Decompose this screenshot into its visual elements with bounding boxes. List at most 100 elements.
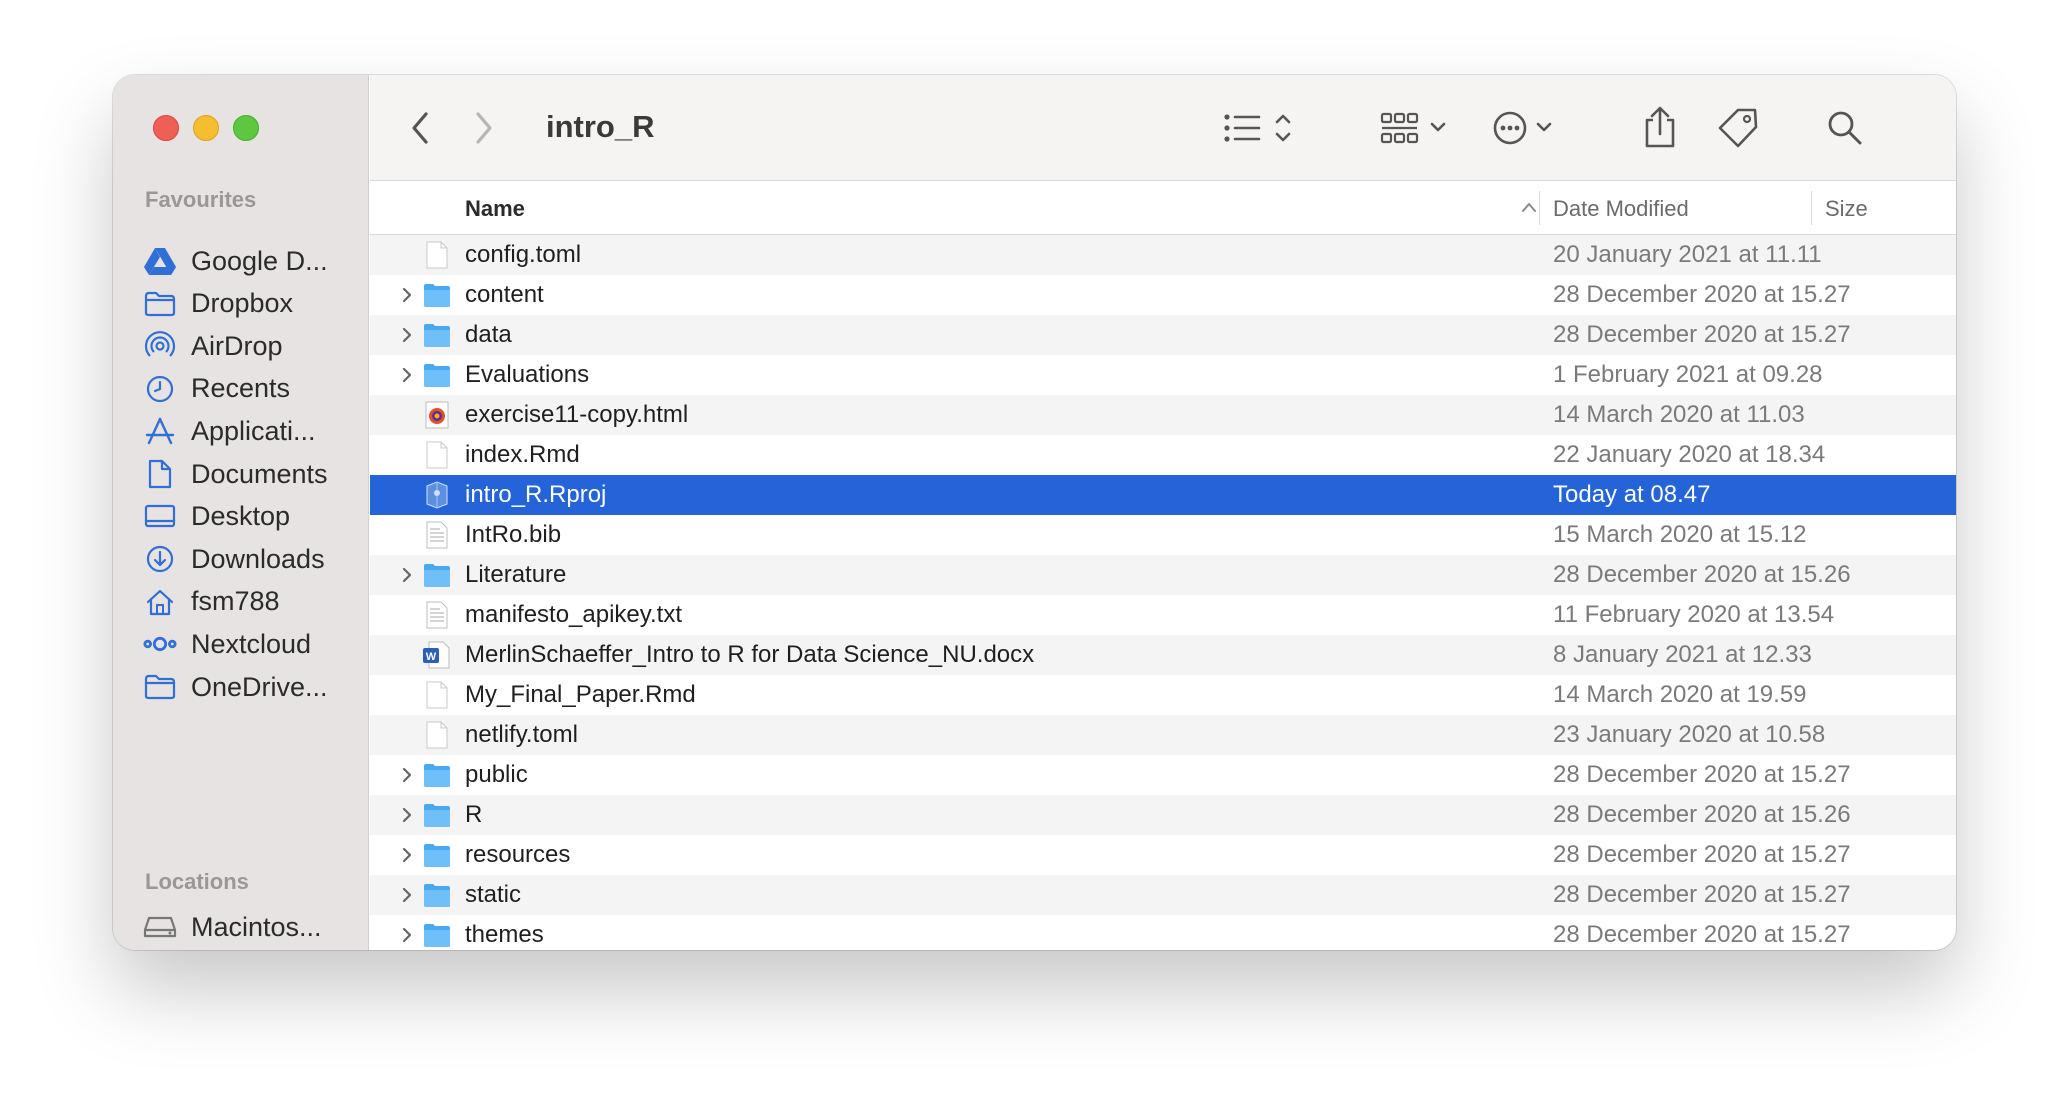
disclosure-triangle-icon[interactable] [398, 366, 416, 384]
sidebar-item-label: Google D... [191, 245, 328, 276]
sidebar-item-nextcloud[interactable]: Nextcloud [143, 620, 358, 668]
window-controls [153, 115, 259, 141]
folder-icon [143, 670, 177, 704]
file-date-modified: 1 February 2021 at 09.28 [1553, 361, 1823, 388]
sidebar-item-recents[interactable]: Recents [143, 365, 358, 413]
minimize-button[interactable] [193, 115, 219, 141]
file-name: intro_R.Rproj [465, 481, 607, 508]
forward-button[interactable] [468, 101, 498, 155]
sidebar-item-documents[interactable]: Documents [143, 450, 358, 498]
disclosure-triangle-icon[interactable] [398, 886, 416, 904]
folder-icon [422, 321, 452, 349]
sidebar-location-macintos[interactable]: Macintos... [143, 903, 358, 950]
file-row[interactable]: My_Final_Paper.Rmd 14 March 2020 at 19.59 [370, 675, 1956, 715]
desktop-icon [143, 500, 177, 534]
file-date-modified: 14 March 2020 at 19.59 [1553, 681, 1807, 708]
file-row[interactable]: IntRo.bib 15 March 2020 at 15.12 [370, 515, 1956, 555]
file-row[interactable]: public 28 December 2020 at 15.27 [370, 755, 1956, 795]
file-date-modified: 22 January 2020 at 18.34 [1553, 441, 1826, 468]
share-button[interactable] [1640, 101, 1680, 155]
sidebar: Favourites Google D... Dropbox AirDrop Rece… [113, 75, 369, 950]
file-name: config.toml [465, 241, 582, 268]
file-date-modified: Today at 08.47 [1553, 481, 1711, 508]
file-date-modified: 8 January 2021 at 12.33 [1553, 641, 1812, 668]
sidebar-item-desktop[interactable]: Desktop [143, 493, 358, 541]
file-date-modified: 28 December 2020 at 15.26 [1553, 801, 1851, 828]
view-mode-button[interactable] [1222, 101, 1298, 155]
disclosure-triangle-icon[interactable] [398, 926, 416, 944]
file-file-icon [422, 241, 452, 269]
chevron-right-icon [476, 112, 492, 144]
html-file-icon [422, 401, 452, 429]
sidebar-item-label: Dropbox [191, 288, 294, 319]
file-row[interactable]: netlify.toml 23 January 2020 at 10.58 [370, 715, 1956, 755]
disclosure-triangle-icon[interactable] [398, 766, 416, 784]
zoom-button[interactable] [233, 115, 259, 141]
file-date-modified: 28 December 2020 at 15.27 [1553, 761, 1851, 788]
file-row[interactable]: manifesto_apikey.txt 11 February 2020 at … [370, 595, 1956, 635]
file-row[interactable]: config.toml 20 January 2021 at 11.11 [370, 235, 1956, 275]
tag-icon [1718, 108, 1758, 148]
file-row[interactable]: themes 28 December 2020 at 15.27 [370, 915, 1956, 950]
window-title: intro_R [546, 109, 655, 144]
disclosure-triangle-icon[interactable] [398, 326, 416, 344]
file-name: R [465, 801, 483, 828]
disclosure-triangle-icon[interactable] [398, 566, 416, 584]
sidebar-item-onedrive[interactable]: OneDrive... [143, 663, 358, 711]
disclosure-triangle-icon[interactable] [398, 286, 416, 304]
folder-icon [143, 287, 177, 321]
file-row[interactable]: intro_R.Rproj Today at 08.47 [370, 475, 1956, 515]
sidebar-item-downloads[interactable]: Downloads [143, 535, 358, 583]
file-row[interactable]: resources 28 December 2020 at 15.27 [370, 835, 1956, 875]
sidebar-section-locations: Locations [145, 869, 249, 894]
applications-icon [143, 414, 177, 448]
name-column-header[interactable]: Name [465, 196, 525, 222]
file-row[interactable]: data 28 December 2020 at 15.27 [370, 315, 1956, 355]
file-date-modified: 28 December 2020 at 15.27 [1553, 921, 1851, 948]
file-row[interactable]: W MerlinSchaeffer_Intro to R for Data Sci… [370, 635, 1956, 675]
more-icon [1493, 111, 1552, 145]
word-file-icon: W [422, 641, 452, 669]
file-date-modified: 20 January 2021 at 11.11 [1553, 241, 1822, 268]
folder-icon [422, 761, 452, 789]
close-button[interactable] [153, 115, 179, 141]
disclosure-triangle-icon[interactable] [398, 806, 416, 824]
file-name: public [465, 761, 528, 788]
file-row[interactable]: static 28 December 2020 at 15.27 [370, 875, 1956, 915]
file-list: Name Date Modified Size config28 Decembe… [370, 181, 1956, 950]
file-file-icon [422, 721, 452, 749]
file-row[interactable]: Literature 28 December 2020 at 15.26 [370, 555, 1956, 595]
sidebar-item-label: OneDrive... [191, 671, 328, 702]
file-file-icon [422, 441, 452, 469]
sidebar-item-airdrop[interactable]: AirDrop [143, 322, 358, 370]
sidebar-item-label: fsm788 [191, 586, 280, 617]
file-name: static [465, 881, 522, 908]
size-column-header[interactable]: Size [1825, 196, 1868, 222]
file-row[interactable]: exercise11-copy.html 14 March 2020 at 11.… [370, 395, 1956, 435]
sidebar-item-google-d[interactable]: Google D... [143, 237, 358, 285]
file-date-modified: 28 December 2020 at 15.27 [1553, 321, 1851, 348]
sort-ascending-icon[interactable] [1520, 200, 1538, 214]
sidebar-item-label: Applicati... [191, 415, 316, 446]
search-button[interactable] [1825, 101, 1865, 155]
file-row[interactable]: content 28 December 2020 at 15.27 [370, 275, 1956, 315]
file-row[interactable]: R 28 December 2020 at 15.26 [370, 795, 1956, 835]
chevron-left-icon [412, 112, 428, 144]
back-button[interactable] [406, 101, 436, 155]
date-column-header[interactable]: Date Modified [1553, 196, 1689, 222]
group-button[interactable] [1380, 101, 1460, 155]
sidebar-item-label: Nextcloud [191, 628, 312, 659]
sidebar-item-dropbox[interactable]: Dropbox [143, 280, 358, 328]
sidebar-item-fsm788[interactable]: fsm788 [143, 578, 358, 626]
disclosure-triangle-icon[interactable] [398, 846, 416, 864]
tags-button[interactable] [1716, 101, 1760, 155]
search-icon [1828, 111, 1862, 145]
action-menu-button[interactable] [1492, 101, 1572, 155]
sidebar-item-applicati[interactable]: Applicati... [143, 407, 358, 455]
file-name: MerlinSchaeffer_Intro to R for Data Scie… [465, 641, 1035, 668]
file-row[interactable]: index.Rmd 22 January 2020 at 18.34 [370, 435, 1956, 475]
file-row[interactable]: Evaluations 1 February 2021 at 09.28 [370, 355, 1956, 395]
sidebar-section-favourites: Favourites [145, 187, 257, 212]
folder-icon [422, 281, 452, 309]
share-icon [1645, 106, 1675, 148]
